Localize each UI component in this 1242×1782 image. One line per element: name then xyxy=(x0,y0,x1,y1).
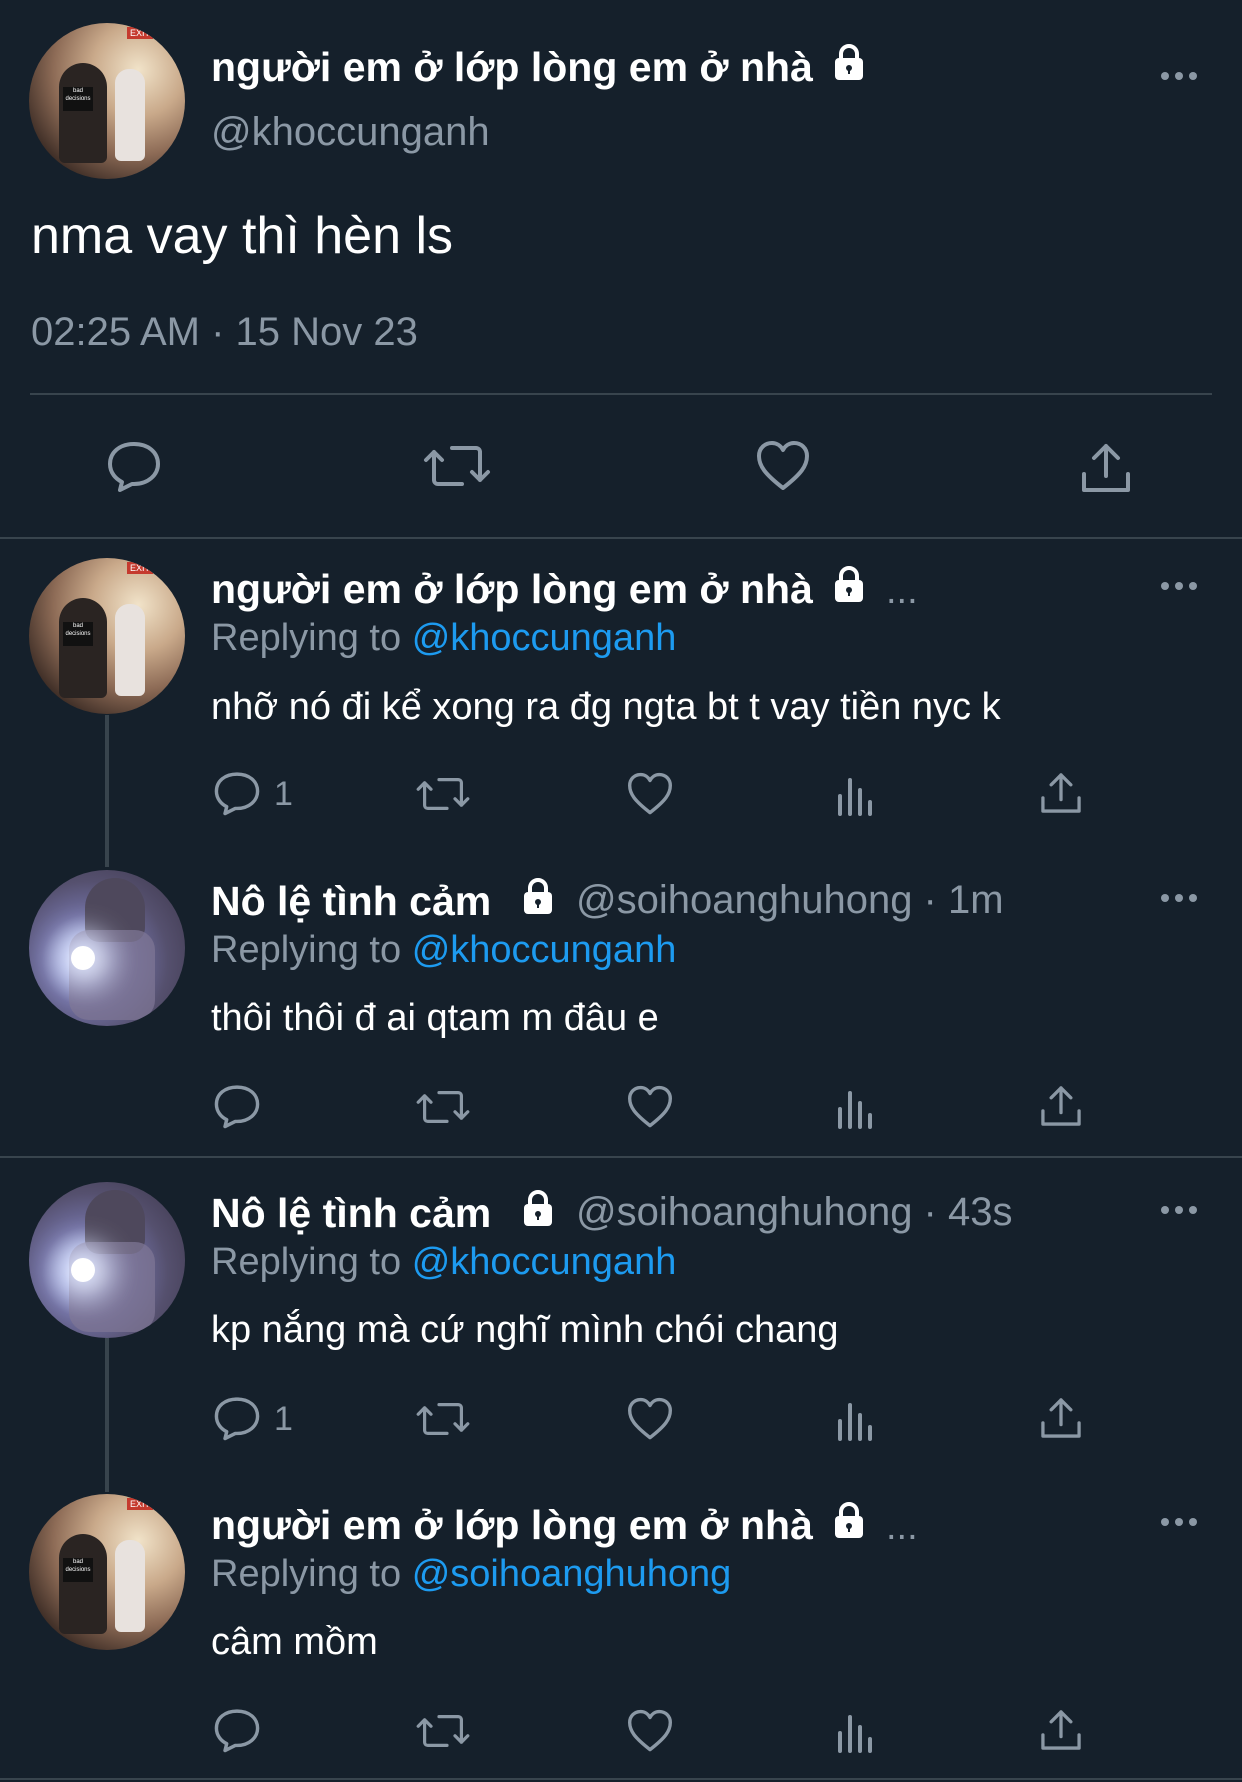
lock-icon xyxy=(835,566,863,602)
mention-link[interactable]: @khoccunganh xyxy=(412,617,677,659)
like-icon[interactable] xyxy=(755,440,811,492)
avatar-figure xyxy=(69,930,155,1020)
share-icon[interactable] xyxy=(1038,1395,1084,1441)
name-ellipsis: ... xyxy=(886,1506,918,1548)
tweet-text: nhỡ nó đi kể xong ra đg ngta bt t vay ti… xyxy=(211,686,1001,728)
reply-icon[interactable] xyxy=(213,1707,261,1753)
thread-line xyxy=(105,1338,109,1492)
retweet-icon[interactable] xyxy=(422,440,492,492)
views-icon[interactable] xyxy=(834,774,878,818)
like-icon[interactable] xyxy=(626,1085,674,1129)
share-icon[interactable] xyxy=(1078,440,1134,496)
more-icon[interactable] xyxy=(1159,580,1199,592)
share-icon[interactable] xyxy=(1038,770,1084,816)
reply-icon[interactable] xyxy=(213,770,261,816)
avatar[interactable] xyxy=(29,870,185,1026)
tweet-timestamp[interactable]: 02:25 AM · 15 Nov 23 xyxy=(31,310,418,355)
avatar-figure xyxy=(59,63,107,163)
retweet-icon[interactable] xyxy=(415,772,471,816)
views-icon[interactable] xyxy=(834,1399,878,1443)
mention-link[interactable]: @soihoanghuhong xyxy=(412,1553,732,1595)
avatar-caption: bad decisions xyxy=(63,1558,93,1582)
share-icon[interactable] xyxy=(1038,1707,1084,1753)
divider xyxy=(30,393,1212,395)
avatar-figure xyxy=(59,598,107,698)
lock-icon xyxy=(524,878,552,914)
exit-sign: EXIT xyxy=(127,562,153,574)
avatar[interactable]: EXIT bad decisions xyxy=(29,23,185,179)
avatar-figure xyxy=(115,1540,145,1632)
avatar[interactable] xyxy=(29,1182,185,1338)
like-icon[interactable] xyxy=(626,1709,674,1753)
user-handle-time[interactable]: @soihoanghuhong · 1m xyxy=(576,878,1004,923)
retweet-icon[interactable] xyxy=(415,1397,471,1441)
user-name[interactable]: người em ở lớp lòng em ở nhà xyxy=(211,1502,813,1549)
avatar-light xyxy=(71,1258,95,1282)
exit-sign: EXIT xyxy=(127,1498,153,1510)
replying-label: Replying to xyxy=(211,1553,402,1595)
user-name[interactable]: Nô lệ tình cảm xyxy=(211,1190,491,1237)
replying-to: Replying to @khoccunganh xyxy=(211,929,676,972)
avatar-figure xyxy=(69,1242,155,1332)
replying-to: Replying to @soihoanghuhong xyxy=(211,1553,731,1596)
user-name[interactable]: người em ở lớp lòng em ở nhà xyxy=(211,566,813,613)
tweet-text: thôi thôi đ ai qtam m đâu e xyxy=(211,997,659,1039)
replying-label: Replying to xyxy=(211,617,402,659)
replying-to: Replying to @khoccunganh xyxy=(211,1241,676,1284)
thread-line xyxy=(105,715,109,867)
avatar-figure xyxy=(115,69,145,161)
divider xyxy=(0,1156,1242,1158)
avatar-light xyxy=(71,946,95,970)
mention-link[interactable]: @khoccunganh xyxy=(412,1241,677,1283)
more-icon[interactable] xyxy=(1159,1516,1199,1528)
user-name[interactable]: người em ở lớp lòng em ở nhà xyxy=(211,44,813,91)
reply-icon[interactable] xyxy=(213,1083,261,1129)
lock-icon xyxy=(835,1502,863,1538)
views-icon[interactable] xyxy=(834,1711,878,1755)
retweet-icon[interactable] xyxy=(415,1709,471,1753)
replying-label: Replying to xyxy=(211,1241,402,1283)
like-icon[interactable] xyxy=(626,772,674,816)
divider xyxy=(0,537,1242,539)
reply-count: 1 xyxy=(274,1400,293,1438)
reply-count: 1 xyxy=(274,775,293,813)
name-ellipsis: ... xyxy=(886,570,918,612)
views-icon[interactable] xyxy=(834,1087,878,1131)
avatar[interactable]: EXIT bad decisions xyxy=(29,558,185,714)
more-icon[interactable] xyxy=(1159,70,1199,82)
reply-icon[interactable] xyxy=(106,440,162,492)
user-handle[interactable]: @khoccunganh xyxy=(211,110,490,155)
mention-link[interactable]: @khoccunganh xyxy=(412,929,677,971)
tweet-text: nma vay thì hèn ls xyxy=(31,207,453,265)
avatar-figure xyxy=(59,1534,107,1634)
avatar[interactable]: EXIT bad decisions xyxy=(29,1494,185,1650)
replying-to: Replying to @khoccunganh xyxy=(211,617,676,660)
exit-sign: EXIT xyxy=(127,27,153,39)
lock-icon xyxy=(835,44,863,80)
more-icon[interactable] xyxy=(1159,1204,1199,1216)
avatar-caption: bad decisions xyxy=(63,87,93,111)
reply-icon[interactable] xyxy=(213,1395,261,1441)
tweet-text: kp nắng mà cứ nghĩ mình chói chang xyxy=(211,1309,839,1351)
more-icon[interactable] xyxy=(1159,892,1199,904)
divider xyxy=(0,1778,1242,1780)
user-name[interactable]: Nô lệ tình cảm xyxy=(211,878,491,925)
retweet-icon[interactable] xyxy=(415,1085,471,1129)
user-handle-time[interactable]: @soihoanghuhong · 43s xyxy=(576,1190,1012,1235)
share-icon[interactable] xyxy=(1038,1083,1084,1129)
avatar-figure xyxy=(115,604,145,696)
tweet-text: câm mồm xyxy=(211,1621,378,1663)
replying-label: Replying to xyxy=(211,929,402,971)
avatar-caption: bad decisions xyxy=(63,622,93,646)
like-icon[interactable] xyxy=(626,1397,674,1441)
lock-icon xyxy=(524,1190,552,1226)
